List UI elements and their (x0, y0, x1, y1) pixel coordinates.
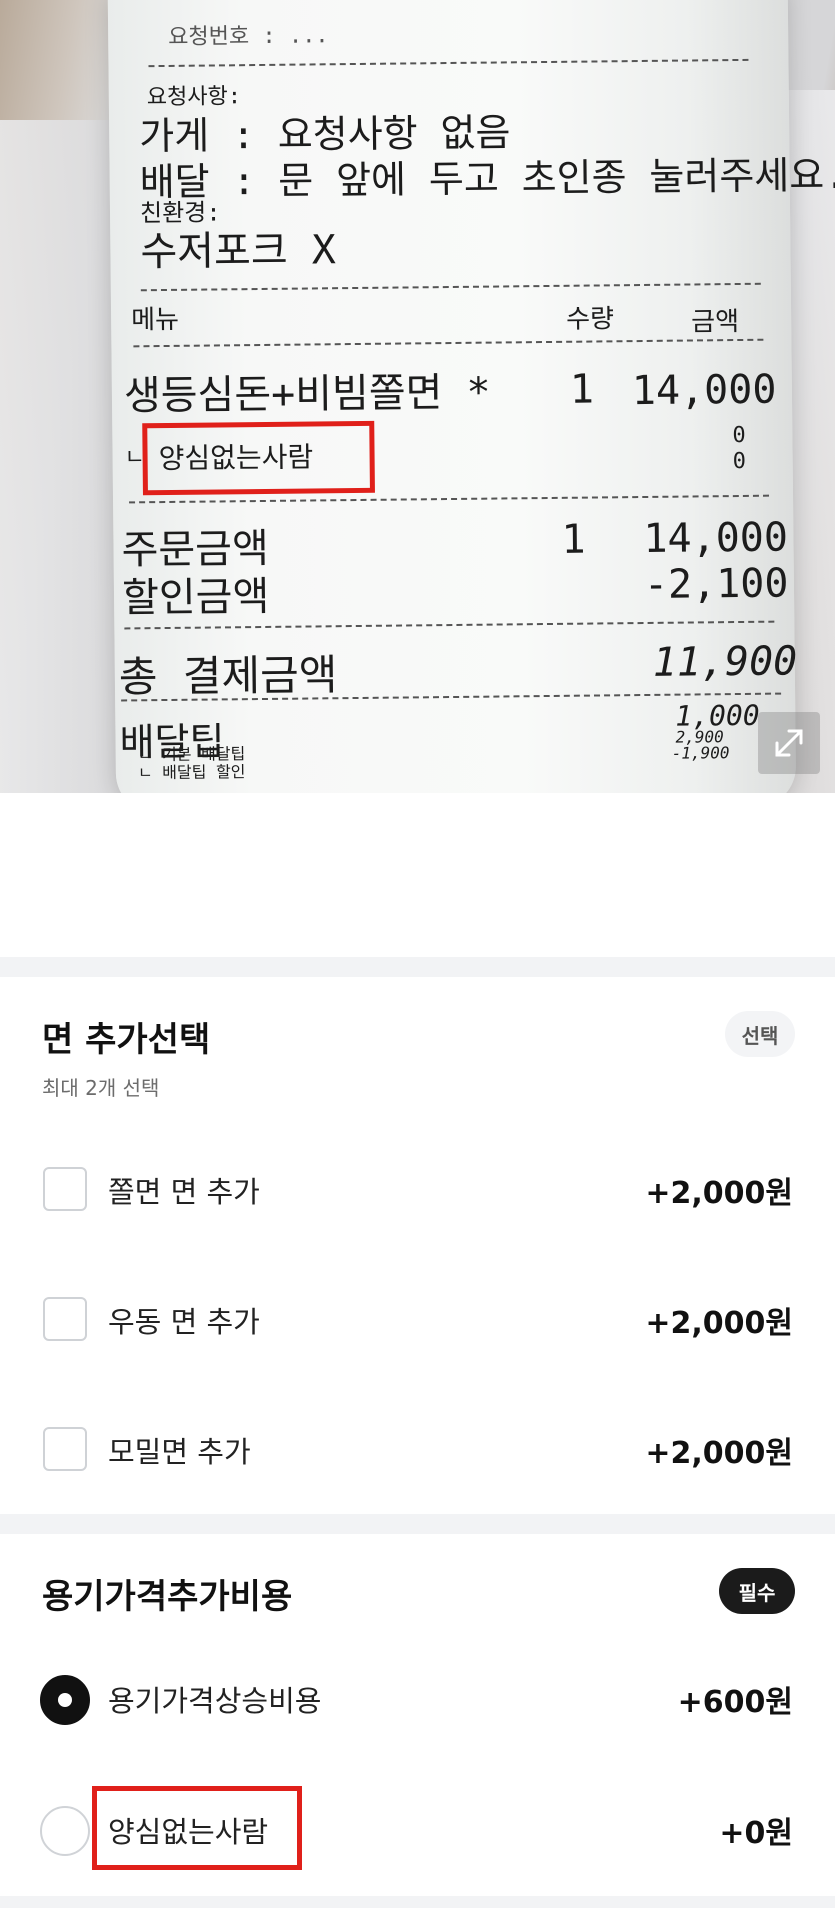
receipt-paper: 요청번호 : ... 요청사항: 가게 : 요청사항 없음 배달 : 문 앞에 … (107, 0, 835, 793)
option-row-udon[interactable]: 우동 면 추가 +2,000원 (0, 1277, 835, 1357)
receipt-divider (133, 338, 764, 348)
option-price: +2,000원 (645, 1436, 793, 1471)
option-row-jjolmyeon[interactable]: 쫄면 면 추가 +2,000원 (0, 1147, 835, 1227)
option-checkbox[interactable] (43, 1167, 87, 1211)
receipt-top-scribble: 요청번호 : ... (168, 23, 329, 50)
receipt-divider (140, 282, 761, 292)
receipt-divider (129, 494, 770, 504)
option-radio[interactable] (40, 1806, 90, 1856)
receipt-divider (148, 58, 749, 68)
option-row-container-price[interactable]: 용기가격상승비용 +600원 (0, 1656, 835, 1736)
receipt-option-amount-1: 0 (732, 422, 746, 449)
receipt-item-name: 생등심돈+비빔쫄면 * (123, 369, 491, 420)
option-price: +0원 (719, 1816, 793, 1851)
receipt-photo: 요청번호 : ... 요청사항: 가게 : 요청사항 없음 배달 : 문 앞에 … (0, 0, 835, 793)
option-label: 모밀면 추가 (108, 1435, 251, 1469)
option-highlight-box (92, 1786, 302, 1870)
receipt-col-menu: 메뉴 (130, 304, 180, 336)
option-price: +600원 (677, 1685, 793, 1720)
receipt-item-amount: 14,000 (631, 366, 777, 415)
option-label: 용기가격상승비용 (108, 1684, 322, 1718)
receipt-total-amount: 11,900 (652, 638, 798, 686)
container-section-title: 용기가격추가비용 (42, 1577, 293, 1617)
expand-image-button[interactable] (758, 712, 820, 774)
receipt-eco-value: 수저포크 X (140, 227, 337, 276)
receipt-delivery-request: 배달 : 문 앞에 두고 초인종 눌러주세요. (139, 152, 835, 205)
section-separator (0, 957, 835, 977)
option-price: +2,000원 (645, 1176, 793, 1211)
receipt-item-qty: 1 (569, 366, 595, 413)
optional-badge: 선택 (725, 1011, 795, 1057)
option-label: 쫄면 면 추가 (108, 1175, 260, 1209)
option-row-momil[interactable]: 모밀면 추가 +2,000원 (0, 1407, 835, 1487)
expand-arrows-icon (775, 729, 803, 757)
option-radio-selected[interactable] (40, 1675, 90, 1725)
option-label: 우동 면 추가 (108, 1305, 260, 1339)
noodle-section-title: 면 추가선택 (42, 1020, 211, 1060)
option-checkbox[interactable] (43, 1427, 87, 1471)
receipt-tip-discount-label: ㄴ 배달팁 할인 (137, 762, 246, 783)
option-checkbox[interactable] (43, 1297, 87, 1341)
receipt-discount-label: 할인금액 (121, 573, 270, 622)
section-separator (0, 1514, 835, 1534)
receipt-order-amount: 14,000 (643, 514, 789, 563)
receipt-highlight-box (142, 420, 375, 496)
receipt-total-label: 총 결제금액 (118, 650, 338, 702)
receipt-col-qty: 수량 (566, 304, 615, 335)
receipt-tip-discount-amount: -1,900 (671, 743, 730, 763)
receipt-option-amount-2: 0 (732, 448, 747, 475)
option-price: +2,000원 (645, 1306, 793, 1341)
receipt-order-amount-qty: 1 (561, 516, 586, 563)
receipt-discount-amount: -2,100 (643, 560, 789, 608)
section-separator (0, 1896, 835, 1908)
required-badge: 필수 (719, 1568, 795, 1614)
receipt-col-amount: 금액 (691, 306, 740, 338)
noodle-section-subtitle: 최대 2개 선택 (42, 1076, 160, 1100)
